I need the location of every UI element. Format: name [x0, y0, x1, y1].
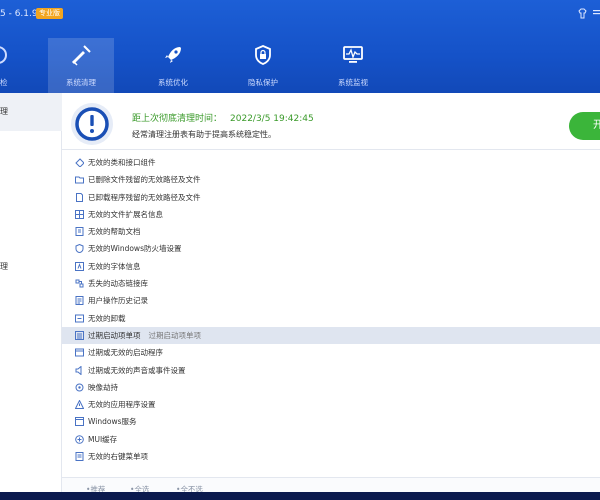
tab-system-clean[interactable]: 系统清理 [48, 38, 114, 93]
list-item[interactable]: 无效的Windows防火墙设置 [62, 240, 600, 257]
warning-icon [75, 400, 84, 410]
list-item[interactable]: 映像劫持 [62, 379, 600, 396]
tab-privacy[interactable]: 隐私保护 [230, 38, 296, 93]
list-item[interactable]: 过期或无效的声音或事件设置 [62, 362, 600, 379]
list-item-sublabel: 过期启动项单项 [148, 330, 202, 340]
list-item-label: 无效的右键菜单项 [88, 452, 148, 462]
start-scan-button[interactable]: 开 [569, 112, 600, 140]
list-item-label: 映像劫持 [88, 382, 118, 392]
context-menu-icon [75, 452, 84, 462]
sidebar: 理 理 [0, 93, 62, 500]
font-icon [75, 261, 84, 271]
list-item-label: 丢失的动态链接库 [88, 279, 148, 289]
list-item[interactable]: 无效的文件扩展名信息 [62, 206, 600, 223]
list-item[interactable]: 已卸载程序残留的无效路径及文件 [62, 189, 600, 206]
version-text: 5 - 6.1.9 [0, 9, 38, 19]
history-icon [75, 296, 84, 306]
last-clean-time: 距上次彻底清理时间： 2022/3/5 19:42:45 [132, 111, 314, 124]
app-window: 5 - 6.1.9 专业版 检 系统清理 系统优化 隐私保护 系统监视 理 理 … [0, 0, 600, 500]
list-item-label: 过期启动项单项 [88, 330, 141, 340]
broom-icon [72, 45, 91, 66]
tab-label: 系统监视 [338, 78, 368, 87]
last-clean-label: 距上次彻底清理时间： [132, 114, 223, 124]
tab-system-optimize[interactable]: 系统优化 [140, 38, 206, 93]
list-item-label: 过期或无效的启动程序 [88, 348, 163, 358]
image-hijack-icon [75, 383, 84, 392]
lock-shield-icon [255, 45, 271, 65]
uninstall-icon [75, 314, 84, 323]
list-item[interactable]: 已删除文件残留的无效路径及文件 [62, 171, 600, 188]
list-item-label: 用户操作历史记录 [88, 296, 148, 306]
skin-icon[interactable] [577, 8, 588, 22]
list-item-label: Windows服务 [88, 417, 137, 427]
tab-check[interactable]: 检 [0, 38, 20, 93]
sidebar-item-label: 理 [0, 107, 8, 116]
list-item-label: 无效的应用程序设置 [88, 400, 156, 410]
list-item-label: 无效的卸载 [88, 313, 126, 323]
clean-item-list: 无效的类和接口组件已删除文件残留的无效路径及文件 已卸载程序残留的无效路径及文件无… [62, 154, 600, 465]
monitor-icon [343, 46, 363, 63]
cache-icon [75, 434, 84, 444]
app-header: 5 - 6.1.9 专业版 检 系统清理 系统优化 隐私保护 系统监视 [0, 0, 600, 93]
sidebar-item-label: 理 [0, 262, 8, 271]
shield-icon [75, 244, 84, 254]
folder-icon [75, 176, 84, 184]
tab-label: 系统清理 [66, 78, 96, 87]
list-item[interactable]: 用户操作历史记录 [62, 292, 600, 309]
list-item-label: 无效的类和接口组件 [88, 158, 156, 167]
list-item-label: MUI缓存 [88, 434, 118, 444]
list-item-label: 无效的帮助文档 [88, 227, 141, 237]
list-item[interactable]: 无效的类和接口组件 [62, 154, 600, 171]
startup-icon [75, 330, 84, 340]
list-item[interactable]: 无效的卸载 [62, 310, 600, 327]
list-item[interactable]: 过期或无效的启动程序 [62, 344, 600, 361]
sidebar-item-registry-clean[interactable]: 理 [0, 93, 62, 131]
window-icon [75, 417, 84, 427]
taskbar [0, 492, 600, 500]
advice-text: 经常清理注册表有助于提高系统稳定性。 [132, 130, 276, 139]
menu-icon[interactable] [593, 8, 600, 22]
status-panel: 距上次彻底清理时间： 2022/3/5 19:42:45 经常清理注册表有助于提高… [62, 96, 600, 150]
file-icon [76, 192, 83, 202]
list-item[interactable]: 无效的右键菜单项 [62, 448, 600, 465]
list-item-label: 过期或无效的声音或事件设置 [88, 365, 186, 375]
check-icon [0, 46, 7, 64]
tab-system-monitor[interactable]: 系统监视 [320, 38, 386, 93]
tab-label: 检 [0, 78, 8, 87]
list-item[interactable]: 无效的帮助文档 [62, 223, 600, 240]
grid-icon [75, 209, 84, 219]
edition-badge: 专业版 [36, 8, 63, 19]
dll-icon [75, 279, 84, 288]
tab-label: 隐私保护 [248, 78, 278, 87]
warning-circle-icon [71, 103, 113, 145]
list-item-label: 无效的字体信息 [88, 261, 141, 271]
list-item[interactable]: 丢失的动态链接库 [62, 275, 600, 292]
sound-icon [75, 365, 82, 375]
sidebar-item-other-clean[interactable]: 理 [0, 248, 62, 286]
list-item[interactable]: 无效的字体信息 [62, 258, 600, 275]
rocket-icon [165, 47, 181, 63]
last-clean-value: 2022/3/5 19:42:45 [230, 114, 314, 124]
list-item[interactable]: MUI缓存 [62, 431, 600, 448]
list-item[interactable]: Windows服务 [62, 413, 600, 430]
list-item-label: 无效的Windows防火墙设置 [88, 244, 182, 254]
list-item[interactable]: 过期启动项单项 过期启动项单项 [62, 326, 600, 345]
help-doc-icon [75, 227, 84, 237]
list-item[interactable]: 无效的应用程序设置 [62, 396, 600, 413]
program-icon [75, 348, 84, 357]
component-icon [75, 158, 84, 167]
tab-label: 系统优化 [158, 78, 188, 87]
list-item-label: 已删除文件残留的无效路径及文件 [88, 175, 201, 185]
main-content: 距上次彻底清理时间： 2022/3/5 19:42:45 经常清理注册表有助于提高… [62, 93, 600, 500]
list-item-label: 无效的文件扩展名信息 [88, 209, 163, 219]
list-item-label: 已卸载程序残留的无效路径及文件 [88, 192, 201, 202]
